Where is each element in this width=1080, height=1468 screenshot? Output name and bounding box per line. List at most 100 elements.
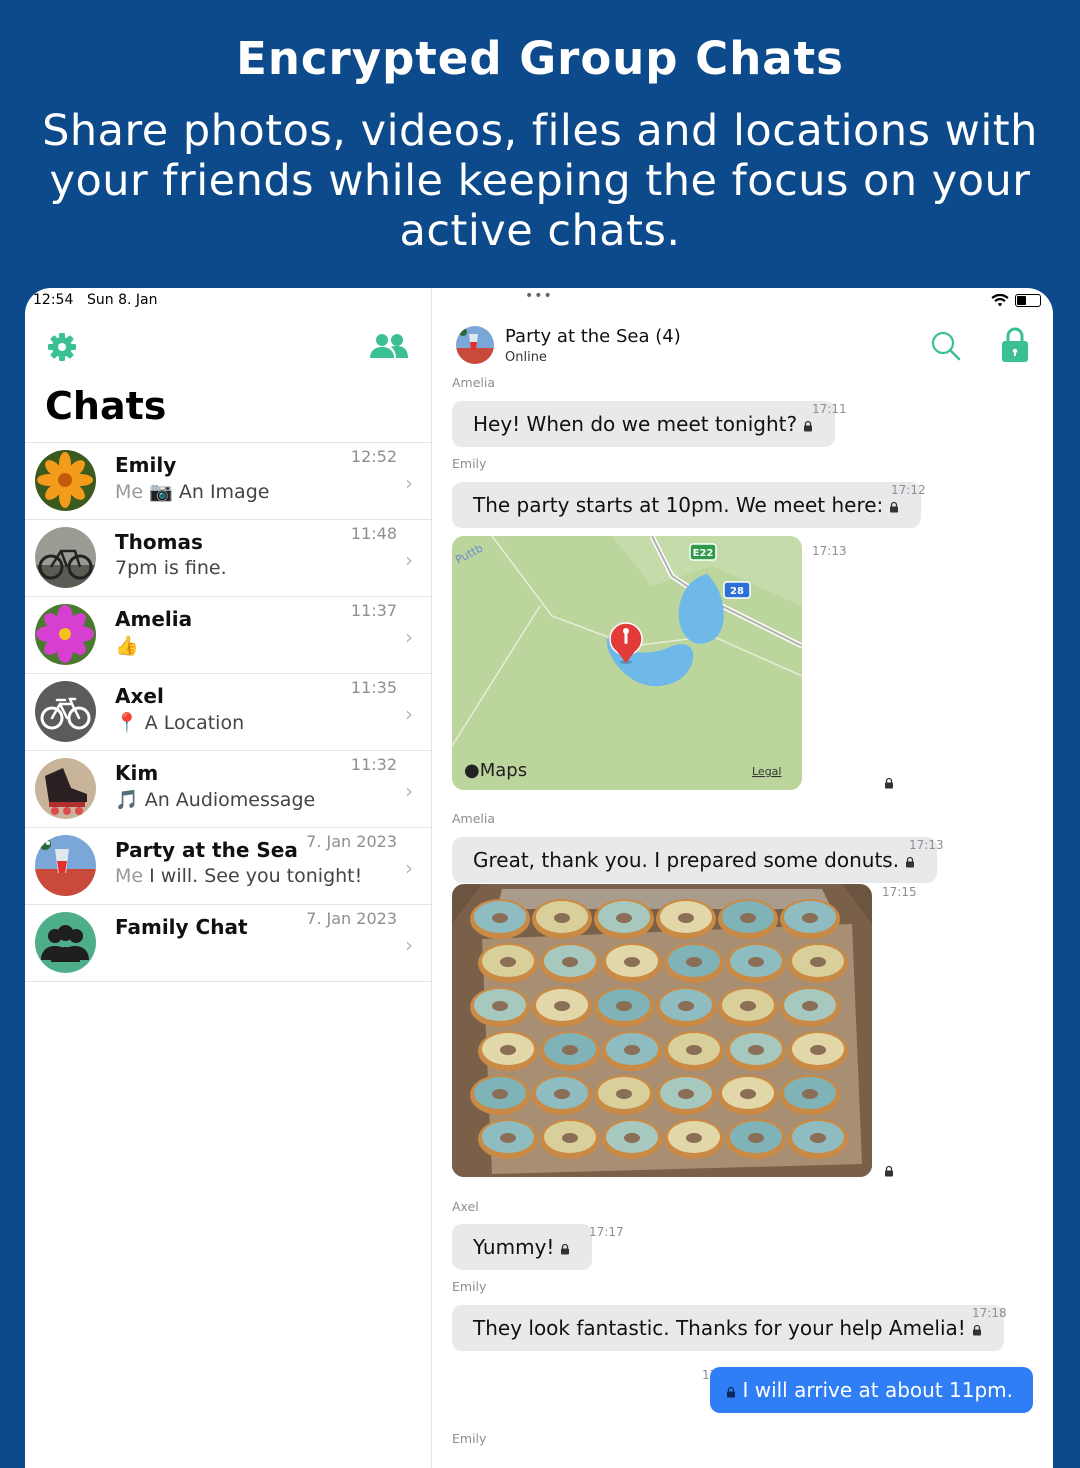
- message-bubble[interactable]: Great, thank you. I prepared some donuts…: [452, 837, 938, 883]
- apple-logo-icon: ●: [464, 760, 480, 781]
- lock-icon: [561, 1243, 570, 1254]
- chat-name: Family Chat: [115, 915, 248, 939]
- group-avatar[interactable]: [456, 326, 494, 364]
- donut-hole: [810, 957, 826, 967]
- lock-icon: [972, 1324, 981, 1335]
- contacts-icon[interactable]: [369, 332, 409, 360]
- donut-hole: [624, 957, 640, 967]
- lock-icon: [906, 856, 915, 867]
- sender-label: Axel: [452, 1199, 479, 1214]
- message-text: I will arrive at about 11pm.: [742, 1378, 1013, 1402]
- donut-hole: [810, 1045, 826, 1055]
- chevron-right-icon: ›: [405, 702, 413, 726]
- outgoing-message-bubble[interactable]: I will arrive at about 11pm.: [710, 1367, 1033, 1413]
- online-status: Online: [505, 350, 547, 365]
- donut-hole: [678, 1089, 694, 1099]
- gear-icon[interactable]: [45, 330, 79, 364]
- chat-time: 11:32: [350, 755, 397, 774]
- donut-hole: [554, 913, 570, 923]
- donut-hole: [740, 913, 756, 923]
- donut-hole: [802, 1001, 818, 1011]
- chat-row-kim[interactable]: Kim 11:32 🎵 An Audiomessage ›: [25, 750, 431, 827]
- me-label: Me: [115, 481, 144, 503]
- message-time: 17:18: [972, 1306, 1007, 1320]
- preview-text: I will. See you tonight!: [149, 865, 363, 887]
- message-time: 17:13: [909, 838, 944, 852]
- message-bubble[interactable]: Hey! When do we meet tonight?: [452, 401, 836, 447]
- chat-list: Emily 12:52 Me 📷 An Image › Thomas 11:48…: [25, 442, 431, 982]
- chat-preview: 📍 A Location: [115, 711, 244, 734]
- lock-icon: [890, 501, 899, 512]
- donut-hole: [554, 1089, 570, 1099]
- chat-time: 7. Jan 2023: [306, 832, 397, 851]
- chat-row-family-chat[interactable]: Family Chat 7. Jan 2023 ›: [25, 904, 431, 982]
- message-text: Great, thank you. I prepared some donuts…: [473, 848, 900, 872]
- chat-time: 11:37: [350, 601, 397, 620]
- donut-hole: [500, 1133, 516, 1143]
- donut-hole: [616, 1001, 632, 1011]
- sender-label: Emily: [452, 1431, 487, 1446]
- chat-time: 12:52: [350, 447, 397, 466]
- message-time: 17:13: [812, 544, 847, 558]
- avatar: [35, 835, 96, 896]
- promo-headline: Encrypted Group Chats: [236, 32, 844, 85]
- chevron-right-icon: ›: [405, 779, 413, 803]
- lock-icon: [885, 777, 893, 789]
- preview-text: 7pm is fine.: [115, 557, 227, 579]
- music-note-icon: 🎵: [115, 789, 139, 811]
- chat-row-party-at-the-sea[interactable]: Party at the Sea 7. Jan 2023 Me I will. …: [25, 827, 431, 904]
- donut-photo[interactable]: [452, 884, 872, 1177]
- donut-hole: [562, 957, 578, 967]
- donut-hole: [616, 913, 632, 923]
- location-pin-icon: 📍: [115, 712, 139, 734]
- lock-icon: [885, 1165, 893, 1177]
- search-icon[interactable]: [930, 330, 962, 362]
- message-bubble[interactable]: Yummy!: [452, 1224, 593, 1270]
- chat-time: 11:35: [350, 678, 397, 697]
- chat-preview: 7pm is fine.: [115, 557, 227, 579]
- chat-pane: Party at the Sea (4) Online Amelia Hey! …: [432, 288, 1053, 1468]
- message-bubble[interactable]: The party starts at 10pm. We meet here:: [452, 482, 922, 528]
- chat-preview: 👍: [115, 634, 139, 657]
- chat-title[interactable]: Party at the Sea (4): [505, 326, 681, 347]
- donut-hole: [748, 957, 764, 967]
- donut-hole: [740, 1089, 756, 1099]
- chat-list-sidebar: Chats Emily 12:52 Me 📷 An Image › Thomas…: [25, 288, 432, 1468]
- avatar: [35, 527, 96, 588]
- donut-hole: [686, 1133, 702, 1143]
- message-time: 17:15: [882, 885, 917, 899]
- lock-icon[interactable]: [1000, 326, 1030, 364]
- message-text: They look fantastic. Thanks for your hel…: [473, 1316, 966, 1340]
- chat-row-amelia[interactable]: Amelia 11:37 👍 ›: [25, 596, 431, 673]
- sender-label: Emily: [452, 456, 487, 471]
- message-bubble[interactable]: They look fantastic. Thanks for your hel…: [452, 1305, 1004, 1351]
- chat-name: Thomas: [115, 530, 203, 554]
- donut-hole: [562, 1133, 578, 1143]
- road-label-e22: E22: [693, 548, 714, 559]
- chevron-right-icon: ›: [405, 933, 413, 957]
- chat-row-axel[interactable]: Axel 11:35 📍 A Location ›: [25, 673, 431, 750]
- chat-name: Axel: [115, 684, 164, 708]
- road-label-28: 28: [730, 586, 744, 597]
- donut-hole: [492, 1089, 508, 1099]
- message-time: 17:11: [812, 402, 847, 416]
- ipad-screen: 12:54 Sun 8. Jan ••• Chats Emily 12:52 M…: [25, 288, 1053, 1468]
- donut-hole: [492, 1001, 508, 1011]
- chat-name: Kim: [115, 761, 159, 785]
- avatar: [35, 450, 96, 511]
- avatar: [35, 758, 96, 819]
- location-map[interactable]: Puttb E22 28 ●Maps Legal: [452, 536, 802, 790]
- donut-hole: [500, 1045, 516, 1055]
- donut-hole: [624, 1045, 640, 1055]
- map-legal-link[interactable]: Legal: [752, 765, 781, 778]
- chevron-right-icon: ›: [405, 625, 413, 649]
- chat-preview: Me 📷 An Image: [115, 480, 269, 503]
- chat-preview: 🎵 An Audiomessage: [115, 788, 315, 811]
- chevron-right-icon: ›: [405, 471, 413, 495]
- chat-row-emily[interactable]: Emily 12:52 Me 📷 An Image ›: [25, 442, 431, 519]
- donut-hole: [802, 1089, 818, 1099]
- preview-text: A Location: [144, 712, 245, 734]
- chat-row-thomas[interactable]: Thomas 11:48 7pm is fine. ›: [25, 519, 431, 596]
- avatar: [35, 604, 96, 665]
- chat-preview: Me I will. See you tonight!: [115, 865, 362, 887]
